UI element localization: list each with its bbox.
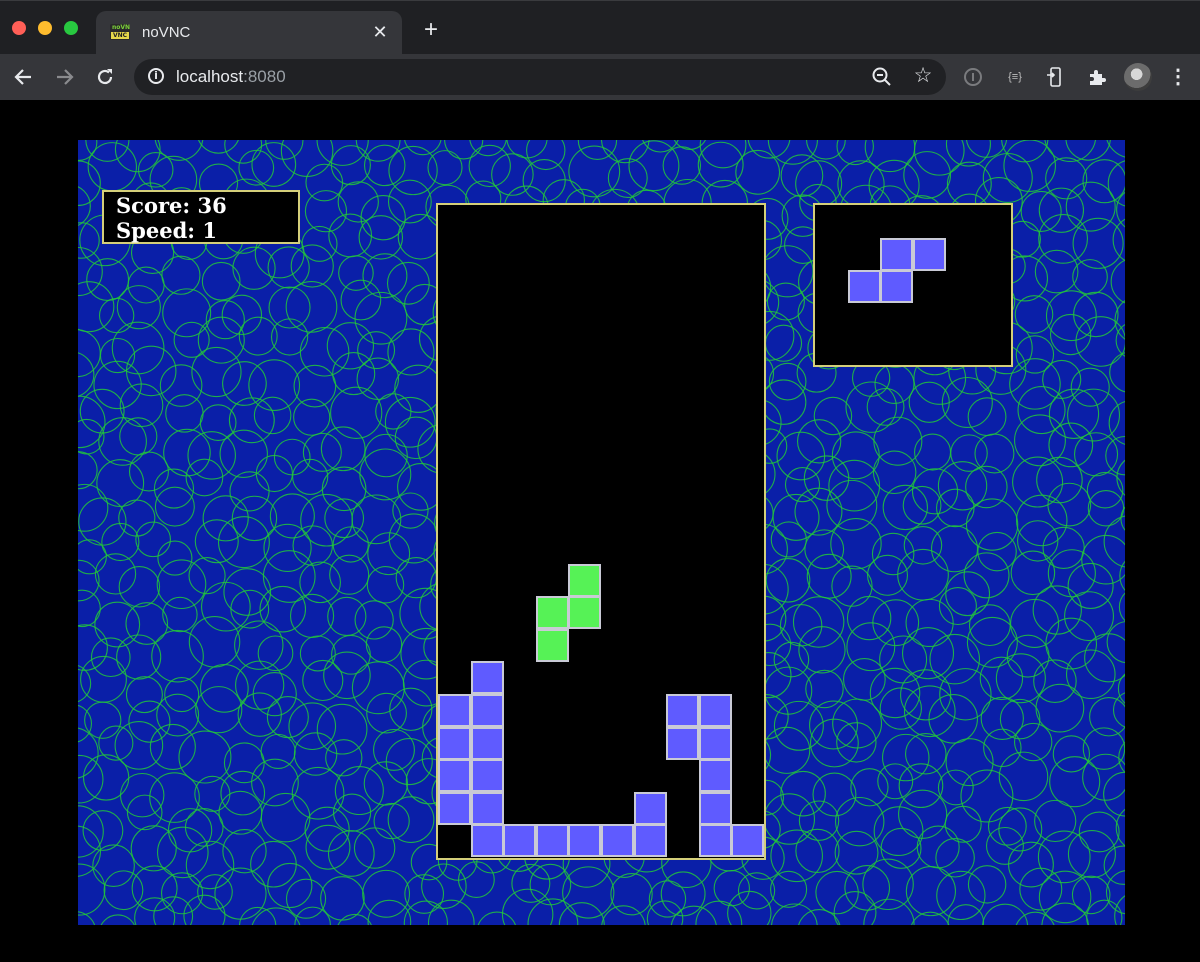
kebab-menu-icon[interactable]: ⋮ [1168,64,1188,90]
score-line: Score: 36 [116,193,298,218]
falling-piece-block [568,596,602,630]
speed-line: Speed: 1 [116,218,298,243]
next-piece-block [880,270,914,304]
window-close-button[interactable] [12,21,26,35]
stack-block [470,694,504,727]
favicon-bottom-text: VNC [111,32,129,39]
tab-novnc[interactable]: noVNC VNC noVNC ✕ [96,11,402,55]
next-piece-block [847,270,881,304]
stack-block [698,759,732,793]
close-icon[interactable]: ✕ [370,22,390,42]
stack-block [470,661,504,695]
stack-block [503,824,537,858]
stack-block [633,824,667,858]
url-host: localhost [176,67,244,86]
vnc-viewport[interactable]: Score: 36 Speed: 1 [0,100,1200,962]
star-icon[interactable]: ☆ [910,63,936,89]
puzzle-extensions-icon[interactable] [1084,64,1110,90]
novnc-favicon-icon: noVNC VNC [110,24,130,40]
stack-block [438,791,471,825]
stack-block [470,726,504,760]
stack-block [470,824,504,858]
stack-block [731,824,765,858]
stack-block [438,726,471,760]
reload-icon [97,69,113,85]
stack-block [470,791,504,825]
address-bar[interactable]: i localhost:8080 ☆ [134,59,946,95]
tab-title: noVNC [142,24,191,41]
next-piece-preview [813,203,1013,367]
arrow-left-icon [14,69,31,85]
stack-block [698,726,732,760]
stack-block [698,791,732,825]
device-extension-icon[interactable] [1042,64,1068,90]
next-piece-block [912,237,946,271]
url-text[interactable]: localhost:8080 [176,67,286,87]
window-maximize-button[interactable] [64,21,78,35]
stack-block [698,694,732,727]
speed-value: 1 [202,218,217,243]
stack-block [666,694,700,727]
url-port: :8080 [243,67,286,86]
stack-block [666,726,700,760]
stack-block [438,694,471,727]
plus-icon[interactable]: + [420,18,442,42]
info-extension-icon[interactable] [960,64,986,90]
tetris-board [436,203,766,860]
stack-block [568,824,602,858]
reload-button[interactable] [92,64,118,90]
next-piece-block [880,237,914,271]
browser-toolbar: i localhost:8080 ☆ {≡} ⋮ [0,54,1200,100]
json-extension-icon[interactable]: {≡} [1002,64,1028,90]
profile-avatar[interactable] [1124,63,1152,91]
score-value: 36 [197,193,227,218]
back-button[interactable] [10,64,36,90]
falling-piece-block [535,628,569,662]
speed-label: Speed: [116,218,196,243]
zoom-out-icon[interactable] [870,65,894,89]
falling-piece-block [568,563,602,597]
window-minimize-button[interactable] [38,21,52,35]
stack-block [535,824,569,858]
tetris-game-screen[interactable]: Score: 36 Speed: 1 [78,140,1125,925]
falling-piece-block [535,596,569,630]
stack-block [470,759,504,793]
forward-button[interactable] [52,64,78,90]
stack-block [438,759,471,793]
stack-block [698,824,732,858]
stack-block [633,791,667,825]
stack-block [601,824,634,858]
score-panel: Score: 36 Speed: 1 [102,190,300,244]
tab-bar: noVNC VNC noVNC ✕ + [0,0,1200,55]
site-info-icon[interactable]: i [148,68,164,84]
score-label: Score: [116,193,191,218]
favicon-top-text: noVNC [112,24,130,31]
arrow-right-icon [57,69,74,85]
